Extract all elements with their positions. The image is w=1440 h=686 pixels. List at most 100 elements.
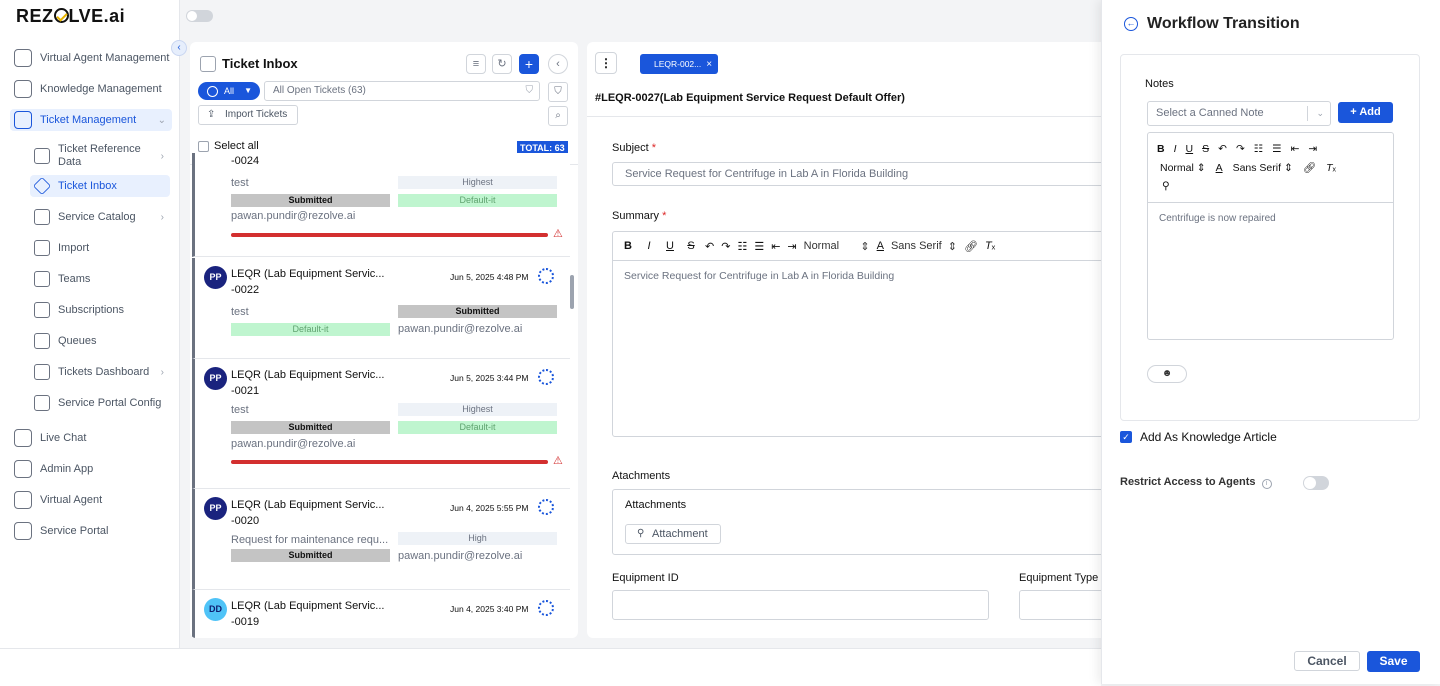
clear-format-icon[interactable]: Tₓ bbox=[985, 240, 995, 252]
sidebar-item-tickets-dashboard[interactable]: Tickets Dashboard › bbox=[30, 363, 170, 381]
strikethrough-icon[interactable]: S bbox=[684, 240, 698, 252]
redo-icon[interactable]: ↷ bbox=[1236, 143, 1245, 155]
outdent-icon[interactable]: ⇤ bbox=[1291, 143, 1300, 155]
link-icon[interactable]: 🔗︎ bbox=[964, 240, 978, 253]
bold-icon[interactable]: B bbox=[1157, 143, 1165, 155]
sidebar-item-ticket-reference-data[interactable]: Ticket Reference Data › bbox=[30, 142, 170, 170]
text-color-icon[interactable]: A bbox=[1216, 162, 1223, 174]
table-icon bbox=[34, 148, 50, 164]
sidebar-item-admin-app[interactable]: Admin App bbox=[10, 458, 172, 480]
sidebar-collapse-button[interactable]: ‹ bbox=[171, 40, 187, 56]
ticket-card[interactable]: PP LEQR (Lab Equipment Servic... -0021 Ju… bbox=[192, 359, 570, 489]
add-note-button[interactable]: + Add bbox=[1338, 102, 1393, 123]
ticket-card[interactable]: -0024 test Submitted Highest Default-it … bbox=[192, 153, 570, 257]
sidebar-item-teams[interactable]: Teams bbox=[30, 270, 170, 288]
undo-icon[interactable]: ↶ bbox=[705, 240, 714, 253]
canned-note-select[interactable]: Select a Canned Note ⌄ bbox=[1147, 101, 1331, 126]
sidebar-item-queues[interactable]: Queues bbox=[30, 332, 170, 350]
sidebar-item-import[interactable]: Import bbox=[30, 239, 170, 257]
indent-icon[interactable]: ⇥ bbox=[1308, 143, 1317, 155]
ticket-card[interactable]: DD LEQR (Lab Equipment Servic... -0019 Ju… bbox=[192, 590, 570, 638]
attachment-button[interactable]: Attachment bbox=[625, 524, 721, 544]
scrollbar[interactable] bbox=[570, 275, 574, 309]
equipment-type-field[interactable] bbox=[1019, 590, 1107, 620]
list-view-button[interactable]: ≡ bbox=[466, 54, 486, 74]
sla-breach-icon: ⚠ bbox=[553, 228, 563, 240]
sidebar-item-virtual-agent-management[interactable]: Virtual Agent Management bbox=[10, 47, 172, 69]
restrict-access-toggle[interactable] bbox=[1303, 476, 1329, 490]
sidebar-item-live-chat[interactable]: Live Chat bbox=[10, 427, 172, 449]
ticket-inbox-panel: Ticket Inbox ≡ ↻ + ‹ All ▼ All Open Ticke… bbox=[190, 42, 578, 638]
ticket-card[interactable]: PP LEQR (Lab Equipment Servic... -0020 Ju… bbox=[192, 489, 570, 590]
select-all-checkbox[interactable]: Select all bbox=[198, 140, 259, 152]
link-icon[interactable]: 🔗︎ bbox=[1303, 161, 1316, 174]
summary-label: Summary * bbox=[612, 210, 667, 222]
save-button[interactable]: Save bbox=[1367, 651, 1420, 672]
summary-editor[interactable]: BIUS ↶ ↷ ☷ ☰ ⇤ ⇥ Normal ⇕ A Sans Serif ⇕ 🔗︎ Tₓ… bbox=[612, 231, 1107, 437]
font-select[interactable]: Sans Serif ⇕ bbox=[891, 240, 957, 253]
cancel-button[interactable]: Cancel bbox=[1294, 651, 1360, 671]
agent-icon bbox=[14, 49, 32, 67]
note-text[interactable]: Centrifuge is now repaired bbox=[1148, 203, 1393, 234]
advanced-filter-button[interactable]: ⛉ bbox=[548, 82, 568, 102]
note-editor[interactable]: BIUS ↶ ↷ ☷ ☰ ⇤ ⇥ Normal ⇕ A Sans Serif ⇕ 🔗︎… bbox=[1147, 132, 1394, 340]
avatar: PP bbox=[204, 266, 227, 289]
redo-icon[interactable]: ↷ bbox=[721, 240, 730, 253]
paperclip-icon[interactable]: ⚲ bbox=[1162, 180, 1170, 192]
bold-icon[interactable]: B bbox=[621, 240, 635, 252]
sidebar-item-subscriptions[interactable]: Subscriptions bbox=[30, 301, 170, 319]
outdent-icon[interactable]: ⇤ bbox=[771, 240, 780, 253]
priority-badge: High bbox=[398, 532, 557, 545]
search-button[interactable]: ⌕ bbox=[548, 106, 568, 126]
knowledge-article-checkbox[interactable]: ✓ Add As Knowledge Article bbox=[1120, 430, 1277, 444]
emoji-button[interactable]: ☻ bbox=[1147, 365, 1187, 383]
workflow-transition-panel: ← Workflow Transition Notes Select a Can… bbox=[1101, 0, 1440, 684]
new-ticket-button[interactable]: + bbox=[519, 54, 539, 74]
ticket-card[interactable]: PP LEQR (Lab Equipment Servic... -0022 Ju… bbox=[192, 258, 570, 359]
more-options-button[interactable]: ⋮ bbox=[595, 52, 617, 74]
sidebar-item-service-catalog[interactable]: Service Catalog › bbox=[30, 208, 170, 226]
ordered-list-icon[interactable]: ☷ bbox=[1254, 143, 1263, 155]
ticket-tab[interactable]: LEQR-002... × bbox=[640, 54, 719, 74]
close-icon[interactable]: × bbox=[706, 59, 712, 70]
indent-icon[interactable]: ⇥ bbox=[787, 240, 796, 253]
portal-icon bbox=[14, 522, 32, 540]
strikethrough-icon[interactable]: S bbox=[1202, 143, 1209, 155]
sidebar-item-knowledge-management[interactable]: Knowledge Management bbox=[10, 78, 172, 100]
underline-icon[interactable]: U bbox=[1186, 143, 1194, 155]
size-select[interactable]: Normal ⇕ bbox=[804, 240, 870, 253]
font-select[interactable]: Sans Serif ⇕ bbox=[1233, 162, 1293, 174]
text-color-icon[interactable]: A bbox=[877, 240, 884, 252]
collapse-panel-button[interactable]: ‹ bbox=[548, 54, 568, 74]
all-filter-dropdown[interactable]: All ▼ bbox=[198, 82, 260, 100]
ordered-list-icon[interactable]: ☷ bbox=[737, 240, 747, 253]
group-badge: Default-it bbox=[231, 323, 390, 336]
loading-spinner-icon bbox=[538, 499, 554, 515]
inbox-menu-icon[interactable] bbox=[200, 56, 216, 72]
italic-icon[interactable]: I bbox=[642, 240, 656, 252]
underline-icon[interactable]: U bbox=[663, 240, 677, 252]
chevron-down-icon: ⌄ bbox=[1316, 108, 1324, 118]
bullet-list-icon[interactable]: ☰ bbox=[754, 240, 764, 253]
equipment-id-label: Equipment ID bbox=[612, 572, 679, 584]
sidebar-item-ticket-inbox[interactable]: Ticket Inbox bbox=[30, 175, 170, 197]
sidebar-item-service-portal-config[interactable]: Service Portal Config bbox=[30, 394, 170, 412]
import-tickets-button[interactable]: Import Tickets bbox=[198, 105, 298, 125]
clear-format-icon[interactable]: Tₓ bbox=[1326, 162, 1336, 174]
refresh-button[interactable]: ↻ bbox=[492, 54, 512, 74]
sidebar-item-service-portal[interactable]: Service Portal bbox=[10, 520, 172, 542]
size-select[interactable]: Normal ⇕ bbox=[1160, 162, 1206, 174]
bullet-list-icon[interactable]: ☰ bbox=[1272, 143, 1281, 155]
equipment-id-field[interactable] bbox=[612, 590, 989, 620]
ticket-date: Jun 4, 2025 3:40 PM bbox=[450, 604, 529, 614]
undo-icon[interactable]: ↶ bbox=[1218, 143, 1227, 155]
chevron-down-icon: ⌄ bbox=[157, 114, 166, 126]
subject-field[interactable]: Service Request for Centrifuge in Lab A … bbox=[612, 162, 1107, 186]
summary-text[interactable]: Service Request for Centrifuge in Lab A … bbox=[613, 261, 1107, 291]
sidebar-item-ticket-management[interactable]: Ticket Management ⌄ bbox=[10, 109, 172, 131]
sidebar-item-virtual-agent[interactable]: Virtual Agent bbox=[10, 489, 172, 511]
back-arrow-icon[interactable]: ← bbox=[1124, 17, 1138, 31]
view-filter-select[interactable]: All Open Tickets (63) ⛉ bbox=[264, 81, 540, 101]
italic-icon[interactable]: I bbox=[1174, 143, 1177, 155]
header-toggle[interactable] bbox=[186, 10, 213, 22]
